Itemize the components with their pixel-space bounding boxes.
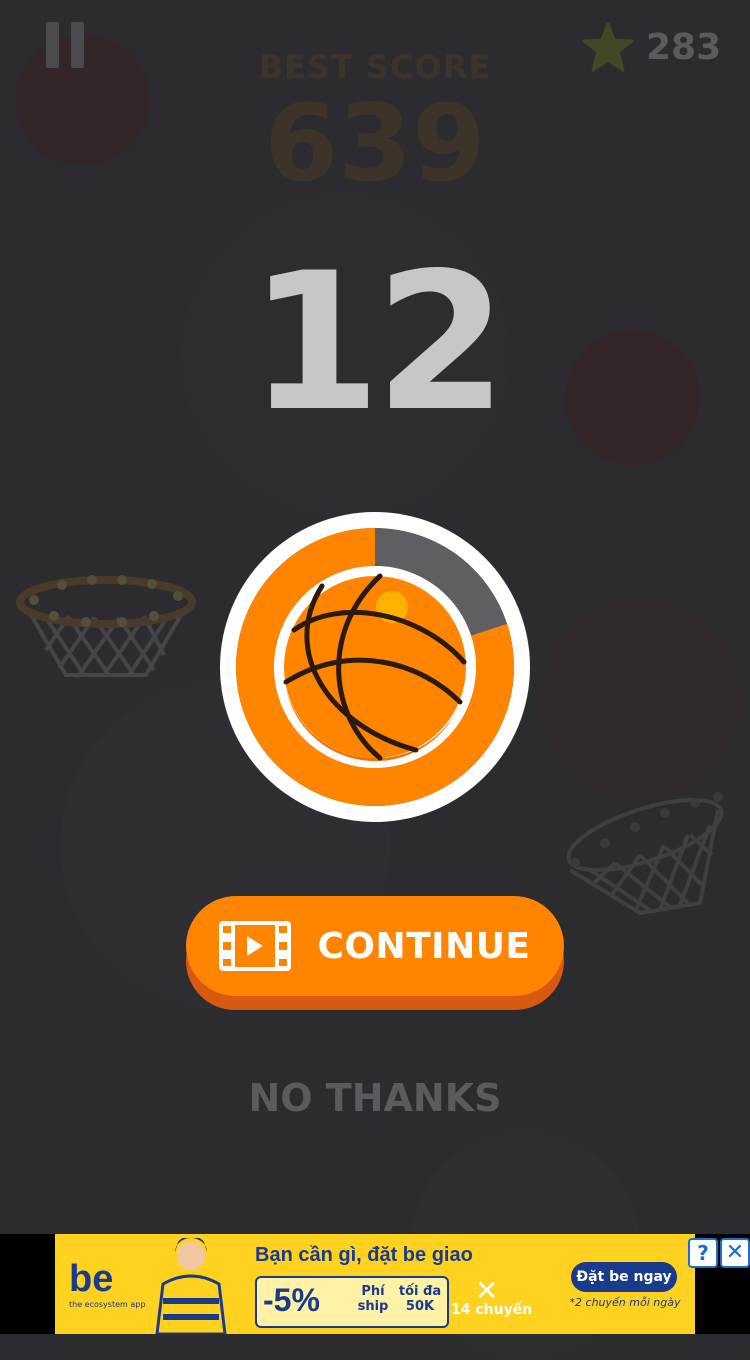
best-score-value: 639	[264, 82, 486, 205]
ad-brand-subtitle: the ecosystem app	[69, 1300, 146, 1309]
ad-close-button[interactable]: ✕	[720, 1238, 750, 1268]
ad-discount-box: -5% Phí ship tối đa 50K	[255, 1276, 449, 1328]
continue-button[interactable]: CONTINUE	[186, 896, 564, 996]
ad-cta-button[interactable]: Đặt be ngay	[571, 1262, 677, 1292]
ad-discount: -5%	[263, 1282, 320, 1318]
ad-headline: Bạn cần gì, đặt be giao	[255, 1244, 473, 1266]
no-thanks-button[interactable]: NO THANKS	[0, 1076, 750, 1120]
background-blob	[540, 600, 740, 800]
delivery-person-image	[155, 1238, 227, 1334]
best-score-label: BEST SCORE	[258, 48, 492, 86]
continue-timer	[220, 512, 530, 822]
ad-info-button[interactable]: ?	[688, 1238, 718, 1268]
current-score: 12	[248, 232, 507, 453]
ad-banner[interactable]: be the ecosystem app Bạn cần gì, đặt be …	[55, 1234, 695, 1334]
hoop-icon	[16, 575, 196, 677]
ad-phi-ship: Phí ship	[357, 1284, 389, 1314]
ad-brand-logo: be	[69, 1258, 114, 1300]
continue-label: CONTINUE	[317, 925, 531, 967]
ad-toi-da: tối đa 50K	[398, 1284, 442, 1314]
ad-cta-note: *2 chuyến mỗi ngày	[569, 1296, 681, 1309]
ad-chuyen: 14 chuyến	[451, 1302, 533, 1318]
video-icon	[219, 921, 292, 971]
hoop-icon	[566, 792, 724, 916]
